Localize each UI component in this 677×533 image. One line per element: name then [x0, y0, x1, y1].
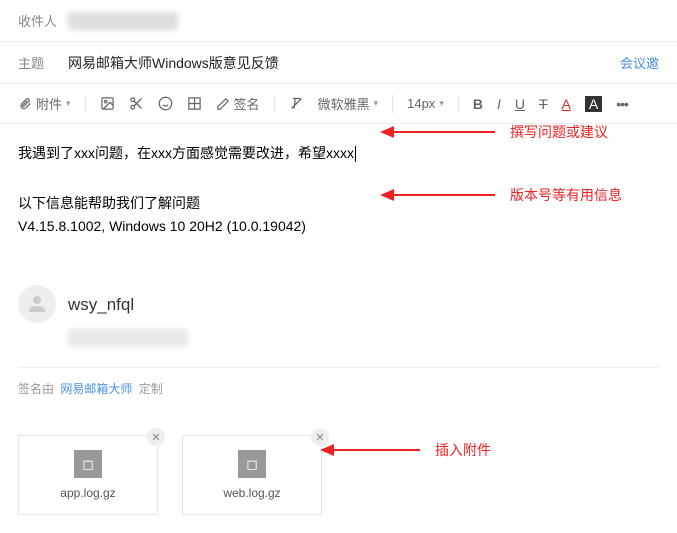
remove-attachment-button[interactable]: ✕ — [147, 428, 165, 446]
subject-row: 主题 网易邮箱大师Windows版意见反馈 会议邀 — [0, 42, 677, 84]
signature-footer: 签名由 网易邮箱大师 定制 — [18, 367, 659, 399]
signature-brand-link[interactable]: 网易邮箱大师 — [60, 382, 132, 396]
font-family-select[interactable]: 微软雅黑▾ — [318, 94, 379, 113]
chevron-down-icon: ▾ — [66, 98, 71, 109]
signature-detail-blur — [68, 329, 188, 347]
attachment-name: app.log.gz — [60, 486, 115, 500]
bg-color-button[interactable]: A — [585, 96, 602, 112]
version-info: V4.15.8.1002, Windows 10 20H2 (10.0.1904… — [18, 215, 659, 237]
remove-attachment-button[interactable]: ✕ — [311, 428, 329, 446]
signature-block: wsy_nfql — [18, 285, 659, 323]
strike-button[interactable]: T — [539, 96, 548, 112]
italic-button[interactable]: I — [497, 96, 501, 112]
attachment-area: ✕ ◻ app.log.gz ✕ ◻ web.log.gz — [0, 417, 677, 533]
email-body[interactable]: 我遇到了xxx问题，在xxx方面感觉需要改进，希望xxxx 以下信息能帮助我们了… — [0, 124, 677, 417]
emoji-icon[interactable] — [158, 96, 173, 111]
chevron-down-icon: ▾ — [439, 98, 444, 109]
info-header: 以下信息能帮助我们了解问题 — [18, 192, 659, 214]
subject-label: 主题 — [18, 53, 68, 72]
user-icon — [25, 292, 49, 316]
font-color-button[interactable]: A — [562, 96, 571, 112]
body-line-1: 我遇到了xxx问题，在xxx方面感觉需要改进，希望xxxx — [18, 142, 659, 164]
chevron-down-icon: ▾ — [374, 98, 379, 109]
signature-name: wsy_nfql — [68, 291, 134, 318]
more-button[interactable]: ••• — [616, 96, 628, 112]
underline-button[interactable]: U — [515, 96, 525, 112]
format-clear-icon[interactable] — [289, 96, 304, 111]
table-icon[interactable] — [187, 96, 202, 111]
file-icon: ◻ — [238, 450, 266, 478]
avatar — [18, 285, 56, 323]
subject-value[interactable]: 网易邮箱大师Windows版意见反馈 — [68, 53, 279, 73]
paperclip-icon — [18, 97, 32, 111]
bold-button[interactable]: B — [473, 96, 483, 112]
meeting-invite-link[interactable]: 会议邀 — [620, 53, 659, 72]
image-icon[interactable] — [100, 96, 115, 111]
font-size-select[interactable]: 14px▾ — [407, 96, 444, 111]
recipient-label: 收件人 — [18, 11, 68, 30]
signature-button[interactable]: 签名 — [216, 94, 260, 113]
recipient-value[interactable] — [68, 12, 178, 30]
pen-icon — [216, 97, 230, 111]
attachment-name: web.log.gz — [223, 486, 280, 500]
file-icon: ◻ — [74, 450, 102, 478]
attachment-card[interactable]: ✕ ◻ web.log.gz — [182, 435, 322, 515]
recipient-row: 收件人 — [0, 0, 677, 42]
scissors-icon[interactable] — [129, 96, 144, 111]
editor-toolbar: 附件 ▾ 签名 微软雅黑▾ 14px▾ B I U T A A ••• — [0, 84, 677, 124]
attachment-card[interactable]: ✕ ◻ app.log.gz — [18, 435, 158, 515]
attachment-button[interactable]: 附件 ▾ — [18, 94, 71, 113]
